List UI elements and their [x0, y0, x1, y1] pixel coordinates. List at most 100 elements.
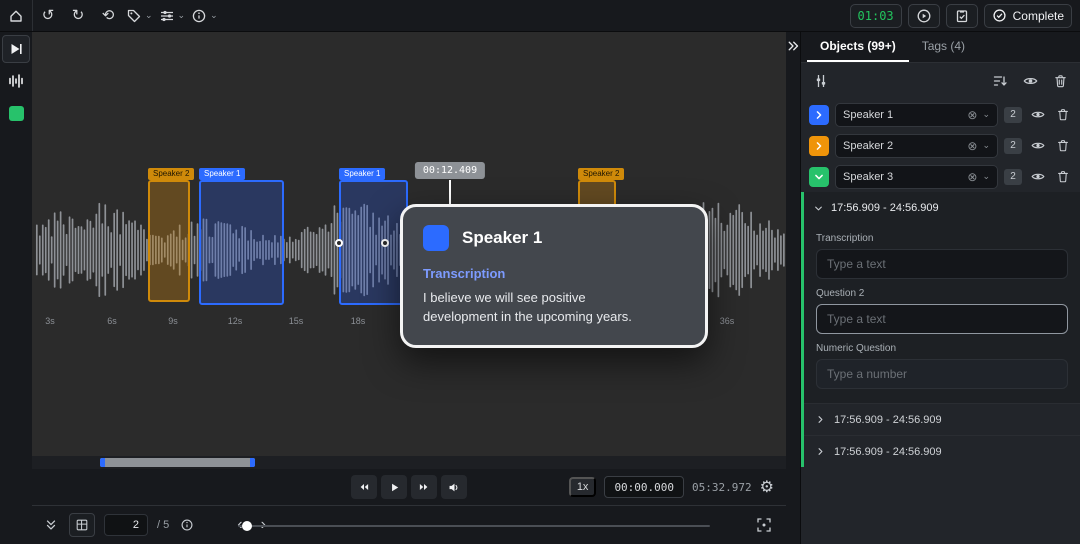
instance-range-label: 17:56.909 - 24:56.909 [831, 202, 939, 214]
tasks-button[interactable] [946, 4, 978, 28]
trash-icon [1056, 107, 1070, 122]
complete-button[interactable]: Complete [984, 4, 1072, 28]
current-time-display: 00:00.000 [604, 476, 684, 498]
annotation-box[interactable]: Speaker 2 [148, 180, 190, 302]
chevron-down-icon: ⌄ [982, 141, 990, 150]
tooltip-title: Speaker 1 [462, 228, 542, 248]
collapse-panel-button[interactable] [42, 516, 60, 534]
focus-view-button[interactable] [756, 517, 772, 533]
playback-speed-button[interactable]: 1x [569, 477, 597, 497]
collapse-object-button[interactable] [809, 167, 829, 187]
resize-handle[interactable] [381, 239, 389, 247]
delete-object-button[interactable] [1054, 136, 1072, 155]
trash-icon [1053, 73, 1068, 89]
toggle-visibility-button[interactable] [1028, 136, 1048, 155]
region-tool-button[interactable] [2, 99, 30, 127]
object-row: Speaker 2 ⊗ ⌄ 2 [801, 130, 1080, 161]
waveform-area[interactable]: Speaker 2 Speaker 1 Speaker 1 Speaker 2 … [32, 32, 786, 456]
filters-menu-button[interactable]: ⌄ [159, 3, 186, 29]
history-button[interactable]: ⟲ [96, 3, 120, 29]
info-menu-button[interactable]: ⌄ [191, 3, 218, 29]
eye-icon [1030, 107, 1046, 122]
play-button[interactable] [381, 475, 407, 499]
object-class-select[interactable]: Speaker 3 ⊗ ⌄ [835, 165, 998, 189]
total-duration: 05:32.972 [692, 481, 752, 494]
expand-object-button[interactable] [809, 105, 829, 125]
volume-button[interactable] [441, 475, 467, 499]
object-row: Speaker 1 ⊗ ⌄ 2 [801, 99, 1080, 130]
scrollbar-handle[interactable] [100, 458, 255, 467]
class-color-swatch [423, 225, 449, 251]
collapse-sidebar-button[interactable] [787, 40, 799, 54]
annotation-box[interactable]: Speaker 1 [199, 180, 284, 305]
object-class-select[interactable]: Speaker 1 ⊗ ⌄ [835, 103, 998, 127]
annotation-label: Speaker 1 [339, 168, 385, 180]
toggle-visibility-all-button[interactable] [1020, 71, 1041, 91]
chevron-right-icon [816, 415, 825, 424]
complete-label: Complete [1013, 9, 1064, 23]
chevron-right-icon [814, 141, 824, 151]
tab-objects[interactable]: Objects (99+) [807, 32, 909, 62]
undo-button[interactable]: ↺ [36, 3, 60, 29]
instance-count-badge: 2 [1004, 169, 1022, 185]
page-number-input[interactable] [104, 514, 148, 536]
clear-icon[interactable]: ⊗ [967, 171, 977, 183]
chevron-down-icon: ⌄ [982, 110, 990, 119]
annotation-box-selected[interactable]: Speaker 1 [339, 180, 408, 305]
tab-tags[interactable]: Tags (4) [909, 32, 978, 62]
resize-handle[interactable] [335, 239, 343, 247]
object-class-select[interactable]: Speaker 2 ⊗ ⌄ [835, 134, 998, 158]
rewind-button[interactable] [351, 475, 377, 499]
filter-settings-button[interactable] [811, 71, 831, 91]
tooltip-section-label: Transcription [423, 266, 685, 281]
clear-icon[interactable]: ⊗ [967, 140, 977, 152]
fast-forward-button[interactable] [411, 475, 437, 499]
chevron-right-icon [816, 447, 825, 456]
page-info-button[interactable] [178, 516, 196, 534]
object-instances-group: 17:56.909 - 24:56.909 Transcription Ques… [801, 192, 1080, 467]
redo-button[interactable]: ↻ [66, 3, 90, 29]
transcription-input[interactable] [816, 249, 1068, 279]
delete-object-button[interactable] [1054, 105, 1072, 124]
annotation-label: Speaker 2 [148, 168, 194, 180]
toggle-visibility-button[interactable] [1028, 105, 1048, 124]
instance-row[interactable]: 17:56.909 - 24:56.909 [804, 435, 1080, 467]
tooltip-body-text: I believe we will see positive developme… [423, 289, 648, 327]
question-2-input[interactable] [816, 304, 1068, 334]
time-tick: 18s [351, 316, 366, 326]
playhead-time-chip[interactable]: 00:12.409 [415, 162, 485, 179]
delete-object-button[interactable] [1054, 167, 1072, 186]
double-chevron-right-icon [787, 40, 799, 52]
instance-range-header[interactable]: 17:56.909 - 24:56.909 [804, 192, 1080, 224]
timeline-slider[interactable] [238, 525, 710, 527]
rewind-icon [357, 481, 371, 493]
check-circle-icon [992, 8, 1007, 23]
chevron-down-icon [814, 204, 823, 213]
frames-view-button[interactable] [69, 513, 95, 537]
instance-row[interactable]: 17:56.909 - 24:56.909 [804, 403, 1080, 435]
clear-icon[interactable]: ⊗ [967, 109, 977, 121]
eye-icon [1030, 138, 1046, 153]
page-total-label: / 5 [157, 519, 169, 531]
horizontal-scrollbar[interactable] [32, 456, 786, 469]
slider-thumb[interactable] [242, 521, 252, 531]
playhead-tool-button[interactable] [2, 35, 30, 63]
player-settings-button[interactable]: ⚙ [760, 477, 774, 497]
session-timer: 01:03 [850, 4, 902, 28]
sort-descending-icon [992, 73, 1008, 89]
expand-object-button[interactable] [809, 136, 829, 156]
numeric-question-input[interactable] [816, 359, 1068, 389]
sidebar-gutter [786, 32, 800, 544]
tag-menu-button[interactable]: ⌄ [126, 3, 153, 29]
delete-all-button[interactable] [1051, 71, 1070, 91]
play-review-button[interactable] [908, 4, 940, 28]
waveform-tool-button[interactable] [2, 67, 30, 95]
info-icon [180, 518, 194, 532]
time-tick: 9s [168, 316, 178, 326]
sort-button[interactable] [990, 71, 1010, 91]
chevron-down-icon: ⌄ [178, 11, 186, 20]
home-button[interactable] [4, 3, 28, 29]
annotation-tooltip: Speaker 1 Transcription I believe we wil… [400, 204, 708, 348]
toggle-visibility-button[interactable] [1028, 167, 1048, 186]
object-class-label: Speaker 1 [843, 109, 962, 121]
